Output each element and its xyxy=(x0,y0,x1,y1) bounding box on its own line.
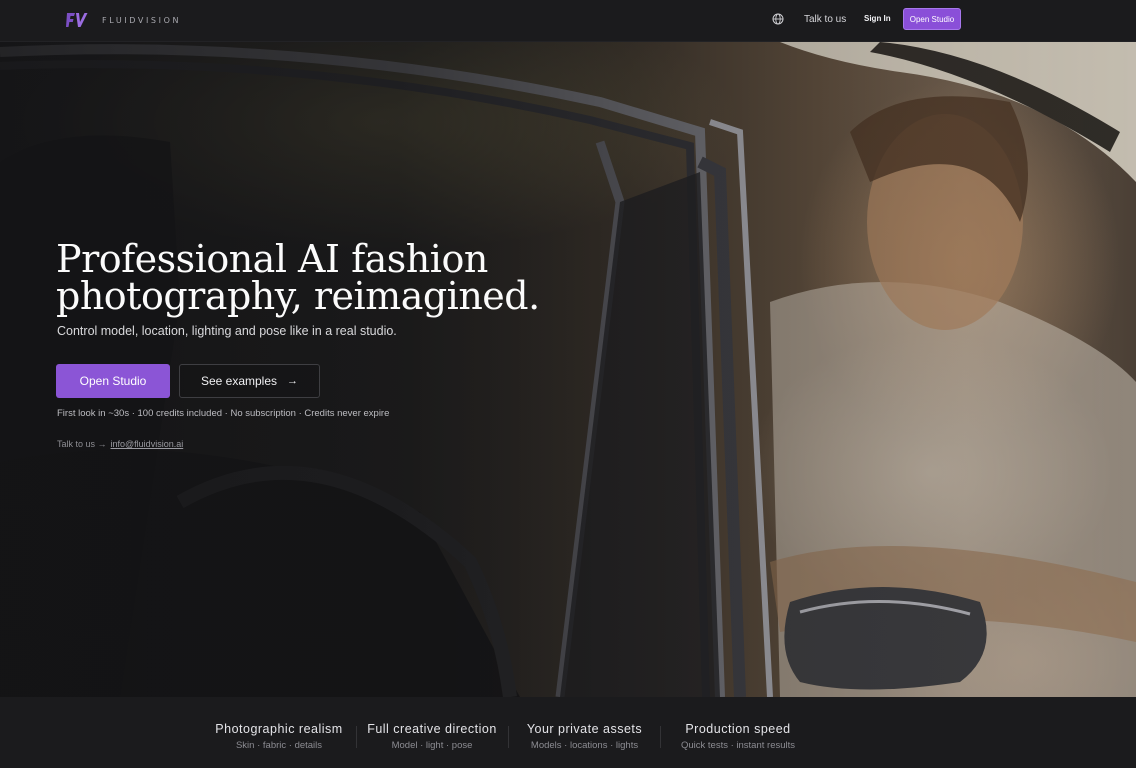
talk-to-us-link[interactable]: Talk to us xyxy=(804,14,846,25)
feature-subtitle: Model · light · pose xyxy=(391,740,473,751)
feature-title: Full creative direction xyxy=(367,722,497,736)
hero-subheadline: Control model, location, lighting and po… xyxy=(57,324,397,338)
fv-logo-icon xyxy=(66,13,88,27)
sign-in-link[interactable]: Sign In xyxy=(864,14,891,23)
contact-email-link[interactable]: info@fluidvision.ai xyxy=(111,439,184,449)
feature-item: Full creative direction Model · light · … xyxy=(360,722,504,751)
feature-divider xyxy=(508,726,509,748)
feature-subtitle: Quick tests · instant results xyxy=(680,740,796,751)
feature-divider xyxy=(356,726,357,748)
brand-logo[interactable]: FLUIDVISION xyxy=(66,11,181,29)
hero-headline: Professional AI fashion photography, rei… xyxy=(56,237,540,318)
feature-title: Photographic realism xyxy=(215,722,343,736)
feature-title: Your private assets xyxy=(526,722,643,736)
feature-item: Your private assets Models · locations ·… xyxy=(512,722,657,751)
feature-divider xyxy=(660,726,661,748)
feature-subtitle: Models · locations · lights xyxy=(530,740,639,751)
feature-strip: Photographic realism Skin · fabric · det… xyxy=(0,697,1136,768)
hero-section: Professional AI fashion photography, rei… xyxy=(0,42,1136,697)
open-studio-nav-button[interactable]: Open Studio xyxy=(903,8,961,30)
top-nav: FLUIDVISION Talk to us Sign In Open Stud… xyxy=(0,0,1136,42)
brand-name: FLUIDVISION xyxy=(102,15,182,25)
open-studio-button[interactable]: Open Studio xyxy=(56,364,170,398)
contact-line: Talk to us → info@fluidvision.ai xyxy=(57,439,183,449)
offer-details: First look in ~30s · 100 credits include… xyxy=(57,408,390,419)
hero-overlay xyxy=(0,42,1136,697)
feature-subtitle: Skin · fabric · details xyxy=(235,740,323,751)
see-examples-label: See examples xyxy=(200,374,278,388)
contact-prefix: Talk to us → xyxy=(57,439,107,449)
arrow-right-icon: → xyxy=(287,375,299,387)
feature-title: Production speed xyxy=(685,722,791,736)
feature-item: Photographic realism Skin · fabric · det… xyxy=(205,722,353,751)
see-examples-button[interactable]: See examples → xyxy=(179,364,320,398)
globe-icon[interactable] xyxy=(772,13,784,25)
feature-item: Production speed Quick tests · instant r… xyxy=(664,722,812,751)
